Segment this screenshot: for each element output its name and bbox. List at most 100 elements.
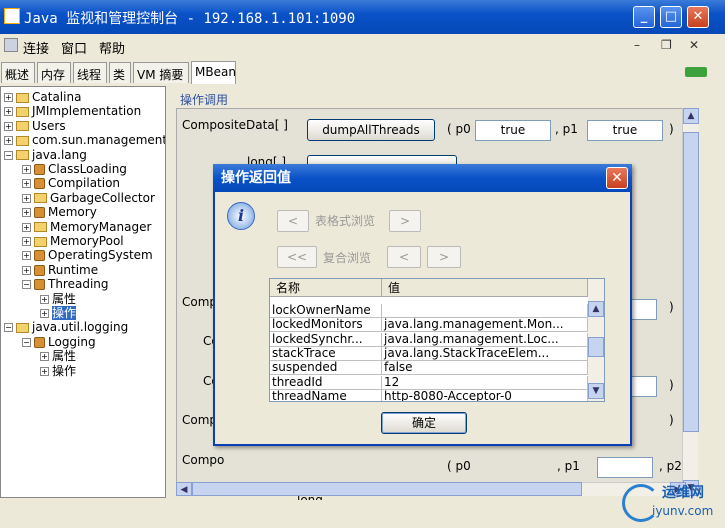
table-row[interactable]: suspended false: [270, 361, 588, 376]
operations-horizontal-scrollbar[interactable]: ◀ ▶: [176, 482, 686, 496]
operations-header: 操作调用: [180, 93, 229, 107]
expand-icon[interactable]: +: [22, 208, 31, 218]
dumpallthreads-button[interactable]: dumpAllThreads: [307, 119, 435, 141]
tab-classes[interactable]: 类: [109, 62, 131, 83]
scroll-up-arrow-icon[interactable]: ▲: [683, 108, 699, 124]
menu-connection[interactable]: 连接: [23, 38, 49, 57]
column-header-value[interactable]: 值: [382, 279, 588, 297]
info-icon: i: [227, 202, 255, 230]
tree-node[interactable]: + Memory: [22, 205, 97, 219]
tree-node[interactable]: + Runtime: [22, 263, 98, 277]
mbean-icon: [34, 264, 45, 276]
tree-node[interactable]: − Threading: [22, 277, 109, 291]
scroll-thumb[interactable]: [588, 337, 604, 357]
tree-node[interactable]: + com.sun.management: [4, 133, 165, 147]
expand-icon[interactable]: +: [40, 294, 49, 304]
scroll-thumb[interactable]: [683, 132, 699, 432]
tab-overview[interactable]: 概述: [1, 62, 35, 83]
inner-minimize-icon[interactable]: –: [634, 38, 640, 52]
expand-icon[interactable]: +: [40, 352, 49, 362]
p0-input[interactable]: true: [475, 120, 551, 141]
cell-name: lockedMonitors: [270, 318, 382, 333]
return-type-label: CompositeData[ ]: [182, 118, 288, 132]
hscroll-thumb[interactable]: [192, 482, 582, 496]
tab-vm-summary[interactable]: VM 摘要: [133, 62, 189, 83]
p1-input[interactable]: true: [587, 120, 663, 141]
tree-node[interactable]: + OperatingSystem: [22, 248, 153, 262]
tree-node[interactable]: − java.util.logging: [4, 320, 128, 334]
expand-icon[interactable]: +: [22, 222, 31, 232]
minimize-button[interactable]: _: [633, 6, 655, 28]
expand-icon[interactable]: +: [22, 179, 31, 189]
tree-node[interactable]: + MemoryPool: [22, 234, 124, 248]
param-p2-label: , p2: [659, 459, 682, 473]
tree-node[interactable]: − java.lang: [4, 148, 87, 162]
expand-icon[interactable]: +: [22, 165, 31, 174]
table-row[interactable]: lockedMonitors java.lang.management.Mon..…: [270, 318, 588, 333]
table-row[interactable]: threadName http-8080-Acceptor-0: [270, 389, 588, 401]
tree-node[interactable]: + JMImplementation: [4, 104, 141, 118]
param-input[interactable]: [597, 457, 653, 478]
expand-icon[interactable]: +: [4, 136, 13, 146]
inner-close-icon[interactable]: ✕: [689, 38, 699, 52]
table-next-button[interactable]: >: [389, 210, 421, 232]
collapse-icon[interactable]: −: [22, 337, 31, 347]
tree-node[interactable]: + MemoryManager: [22, 220, 151, 234]
tree-node[interactable]: + Users: [4, 119, 66, 133]
expand-icon[interactable]: +: [22, 237, 31, 246]
close-button[interactable]: ✕: [687, 6, 709, 28]
expand-icon[interactable]: +: [4, 121, 13, 131]
expand-icon[interactable]: +: [4, 107, 13, 117]
expand-icon[interactable]: +: [22, 193, 31, 203]
composite-first-button[interactable]: <<: [277, 246, 317, 268]
tab-mbean[interactable]: MBean: [191, 61, 236, 84]
expand-icon[interactable]: +: [4, 93, 13, 102]
tree-node[interactable]: − Logging: [22, 335, 96, 349]
param-close-paren: ): [669, 300, 674, 314]
table-row[interactable]: lockedSynchr... java.lang.management.Loc.…: [270, 332, 588, 347]
tree-node[interactable]: + ClassLoading: [22, 162, 127, 176]
tab-threads[interactable]: 线程: [73, 62, 107, 83]
window-titlebar: Java 监视和管理控制台 - 192.168.1.101:1090 _ □ ✕: [0, 0, 725, 34]
tab-memory[interactable]: 内存: [37, 62, 71, 83]
folder-icon: [34, 236, 47, 247]
collapse-icon[interactable]: −: [4, 323, 13, 333]
dialog-close-button[interactable]: ✕: [606, 167, 628, 189]
table-prev-button[interactable]: <: [277, 210, 309, 232]
dialog-title: 操作返回值: [221, 170, 291, 186]
tree-node-label: 属性: [52, 291, 77, 306]
scroll-left-arrow-icon[interactable]: ◀: [176, 482, 192, 496]
collapse-icon[interactable]: −: [4, 150, 13, 160]
table-row[interactable]: stackTrace java.lang.StackTraceElem...: [270, 346, 588, 361]
expand-icon[interactable]: +: [22, 265, 31, 275]
tree-node[interactable]: + Catalina: [4, 90, 81, 104]
tree-node[interactable]: + Compilation: [22, 176, 120, 190]
scroll-down-arrow-icon[interactable]: ▼: [588, 383, 604, 399]
ok-button[interactable]: 确定: [381, 412, 467, 434]
tree-node[interactable]: + 属性: [40, 349, 76, 363]
composite-next-button[interactable]: >: [427, 246, 461, 268]
table-vertical-scrollbar[interactable]: ▲ ▼: [588, 279, 604, 401]
expand-icon[interactable]: +: [40, 366, 49, 376]
tree-node[interactable]: + 操作: [40, 364, 76, 378]
tree-node-label: MemoryPool: [50, 234, 124, 248]
folder-icon: [34, 193, 47, 204]
menu-help[interactable]: 帮助: [99, 38, 125, 57]
table-row[interactable]: threadId 12: [270, 375, 588, 390]
scroll-up-arrow-icon[interactable]: ▲: [588, 301, 604, 317]
table-row[interactable]: lockOwnerName: [270, 304, 588, 318]
collapse-icon[interactable]: −: [22, 280, 31, 290]
operations-vertical-scrollbar[interactable]: ▲ ▼: [682, 108, 699, 496]
tree-node-label: MemoryManager: [50, 219, 152, 234]
composite-prev-button[interactable]: <: [387, 246, 421, 268]
menu-window[interactable]: 窗口: [61, 38, 87, 57]
column-header-name[interactable]: 名称: [270, 279, 382, 297]
maximize-button[interactable]: □: [660, 6, 682, 28]
tree-node[interactable]: + 操作: [40, 306, 77, 320]
inner-restore-icon[interactable]: ❐: [661, 38, 672, 52]
expand-icon[interactable]: +: [22, 251, 31, 261]
expand-icon[interactable]: +: [40, 309, 49, 318]
system-menu-icon[interactable]: [4, 38, 18, 52]
tree-node[interactable]: + GarbageCollector: [22, 191, 155, 205]
tree-node[interactable]: + 属性: [40, 292, 76, 306]
